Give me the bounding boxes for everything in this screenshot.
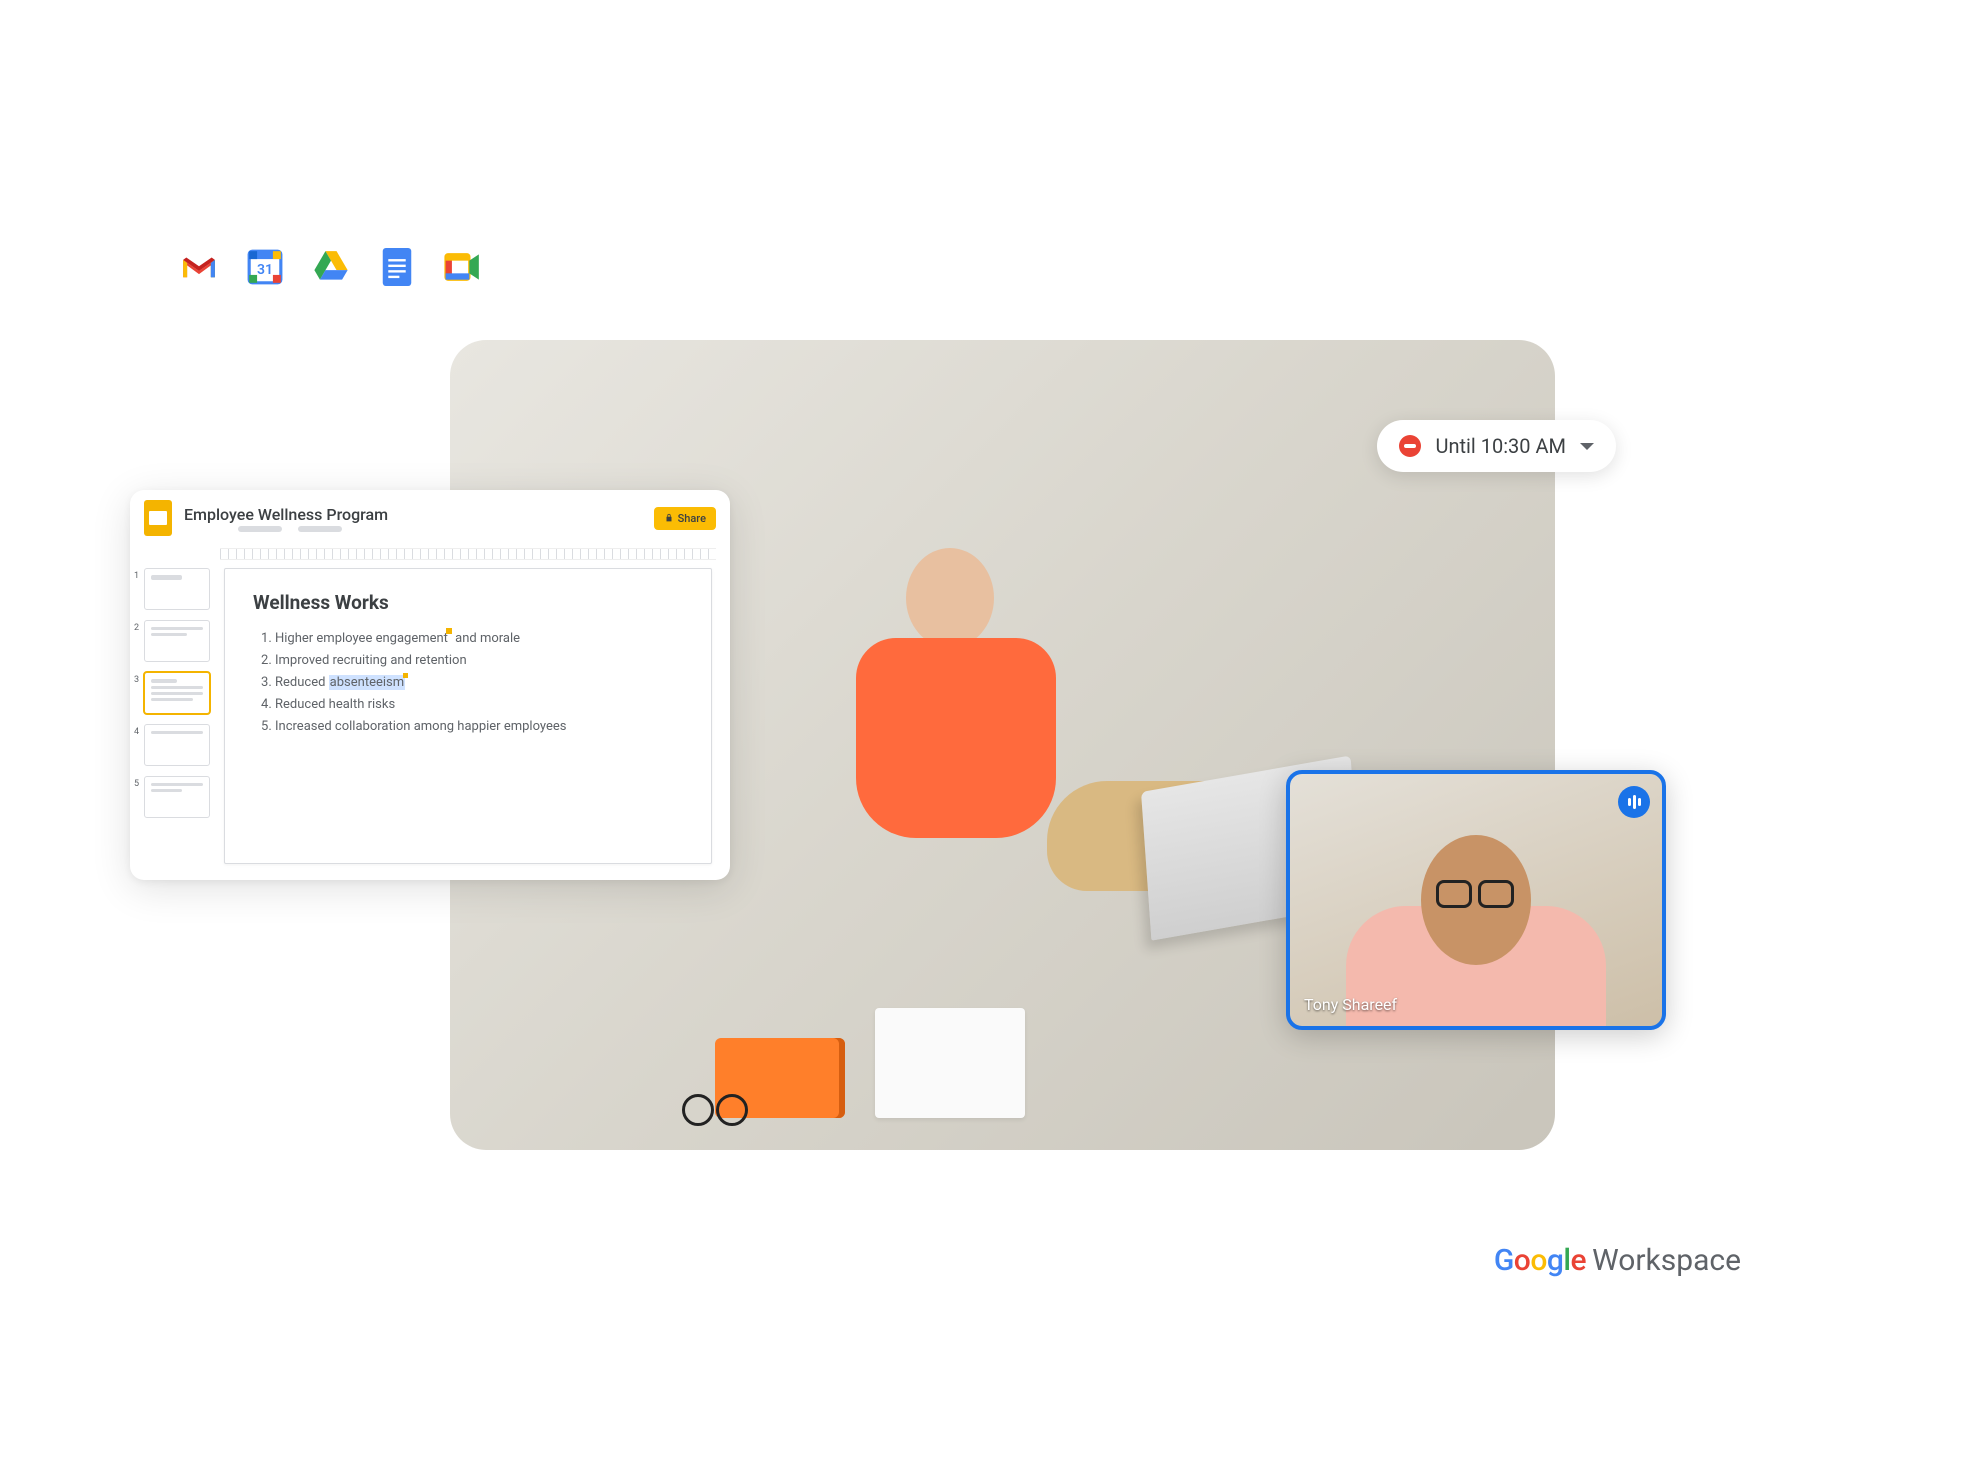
menu-bar[interactable] <box>184 526 642 532</box>
do-not-disturb-icon <box>1399 435 1421 457</box>
google-wordmark: Google <box>1494 1243 1586 1278</box>
lock-icon <box>664 513 674 523</box>
text-selection: absenteeism <box>329 675 405 690</box>
gmail-icon <box>180 248 218 290</box>
chevron-down-icon <box>1580 443 1594 450</box>
slide-thumbnails: 1 2 3 4 5 <box>130 560 220 878</box>
dnd-status-chip[interactable]: Until 10:30 AM <box>1377 420 1616 472</box>
participant-name: Tony Shareef <box>1304 995 1397 1014</box>
slide-thumbnail[interactable]: 5 <box>144 776 210 818</box>
slide-canvas[interactable]: Wellness Works Higher employee engagemen… <box>224 568 712 864</box>
meet-icon <box>444 248 482 290</box>
google-slides-window: Employee Wellness Program Share 1 2 3 4 … <box>130 490 730 880</box>
meet-video-tile[interactable]: Tony Shareef <box>1286 770 1666 1030</box>
glasses-illustration <box>682 1094 752 1118</box>
slide-bullet: Higher employee engagement and morale <box>275 628 683 650</box>
slide-bullet: Reduced health risks <box>275 694 683 716</box>
ruler <box>220 548 716 560</box>
person-illustration <box>826 518 1066 898</box>
slide-thumbnail[interactable]: 4 <box>144 724 210 766</box>
document-title[interactable]: Employee Wellness Program <box>184 505 642 524</box>
share-button-label: Share <box>678 512 706 525</box>
slide-thumbnail[interactable]: 2 <box>144 620 210 662</box>
slides-app-icon <box>144 500 172 536</box>
speaking-indicator-icon <box>1618 786 1650 818</box>
slide-bullet: Reduced absenteeism <box>275 672 683 694</box>
slide-bullet-list: Higher employee engagement and morale Im… <box>253 628 683 738</box>
slide-bullet: Improved recruiting and retention <box>275 650 683 672</box>
status-label: Until 10:30 AM <box>1435 434 1566 458</box>
workspace-wordmark: Workspace <box>1592 1243 1741 1278</box>
share-button[interactable]: Share <box>654 507 716 530</box>
slide-thumbnail[interactable]: 1 <box>144 568 210 610</box>
calendar-icon: 31 <box>246 248 284 290</box>
slide-title: Wellness Works <box>253 591 683 614</box>
slide-thumbnail[interactable]: 3 <box>144 672 210 714</box>
participant-video <box>1290 774 1662 1026</box>
docs-icon <box>378 248 416 290</box>
paper-illustration <box>875 1008 1025 1118</box>
calendar-day-label: 31 <box>246 262 284 278</box>
app-icons-row: 31 <box>180 248 482 290</box>
drive-icon <box>312 248 350 290</box>
slide-bullet: Increased collaboration among happier em… <box>275 716 683 738</box>
google-workspace-logo: Google Workspace <box>1494 1243 1741 1278</box>
